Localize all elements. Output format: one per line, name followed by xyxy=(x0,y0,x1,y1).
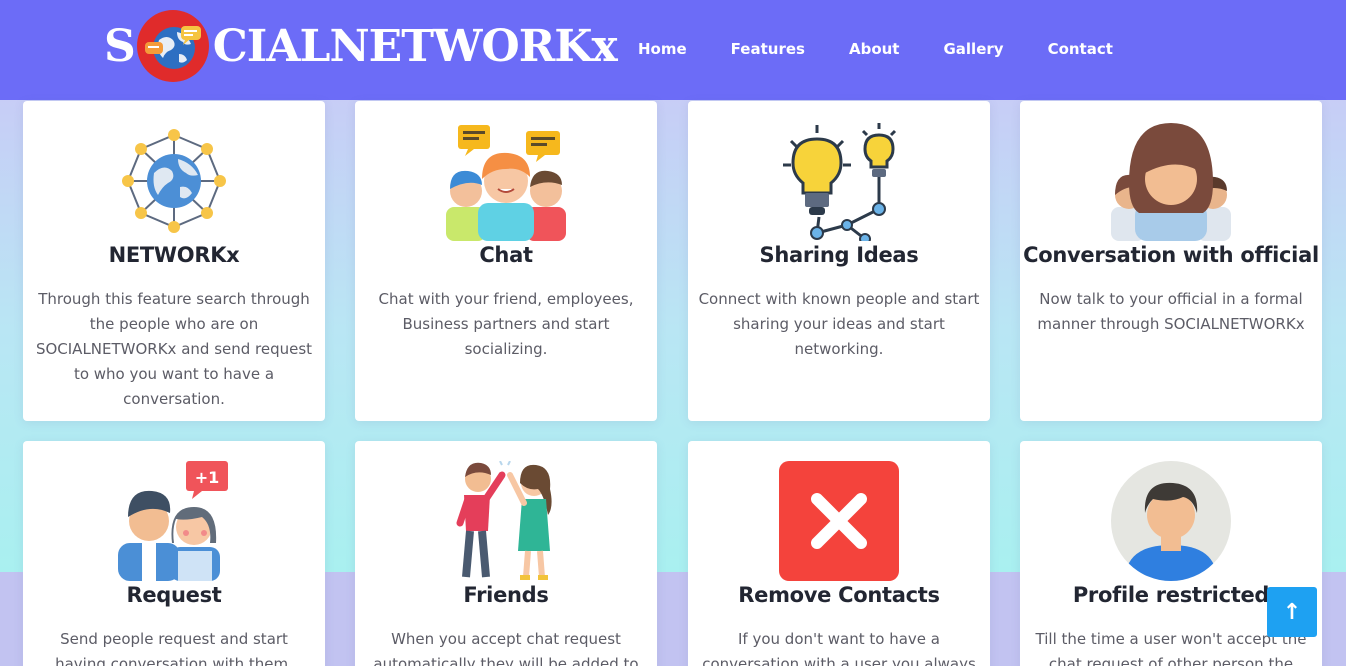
feature-text: When you accept chat request automatical… xyxy=(373,630,639,666)
lightbulb-idea-icon xyxy=(783,123,897,241)
feature-title: Remove Contacts xyxy=(738,583,940,607)
feature-text: Send people request and start having con… xyxy=(55,630,293,666)
feature-card-request: +1 Request Send people request and start… xyxy=(23,441,325,666)
friend-request-icon: +1 xyxy=(118,461,228,581)
scroll-to-top-button[interactable]: ↑ xyxy=(1267,587,1317,637)
feature-text: If you don't want to have a conversation… xyxy=(702,630,976,666)
feature-text: Through this feature search through the … xyxy=(35,290,313,408)
feature-title: Friends xyxy=(463,583,549,607)
feature-text: Connect with known people and start shar… xyxy=(698,290,980,358)
feature-card-friends: Friends When you accept chat request aut… xyxy=(355,441,657,666)
nav-contact[interactable]: Contact xyxy=(1026,36,1135,62)
svg-text:+1: +1 xyxy=(195,468,220,487)
feature-text: Now talk to your official in a formal ma… xyxy=(1037,290,1305,333)
officials-icon xyxy=(1111,123,1231,241)
feature-title: Sharing Ideas xyxy=(759,243,919,267)
globe-chat-icon xyxy=(136,10,209,82)
nav-home[interactable]: Home xyxy=(616,36,709,62)
high-five-friends-icon xyxy=(456,461,552,580)
feature-card-chat: Chat Chat with your friend, employees, B… xyxy=(355,101,657,421)
navbar: S CIALNETWORKx Home Features About Galle… xyxy=(0,0,1346,100)
nav-features[interactable]: Features xyxy=(709,36,827,62)
brand-logo[interactable]: S CIALNETWORKx xyxy=(104,10,618,82)
feature-card-sharing-ideas: Sharing Ideas Connect with known people … xyxy=(688,101,990,421)
feature-card-conversation-official: Conversation with official Now talk to y… xyxy=(1020,101,1322,421)
remove-x-icon xyxy=(779,461,899,581)
arrow-up-icon: ↑ xyxy=(1282,599,1302,625)
feature-card-networkx: NETWORKx Through this feature search thr… xyxy=(23,101,325,421)
feature-title: NETWORKx xyxy=(108,243,240,267)
feature-title: Conversation with official xyxy=(1023,243,1319,267)
feature-text: Chat with your friend, employees, Busine… xyxy=(378,290,634,358)
nav-about[interactable]: About xyxy=(827,36,922,62)
feature-card-remove-contacts: Remove Contacts If you don't want to hav… xyxy=(688,441,990,666)
feature-title: Chat xyxy=(479,243,533,267)
main-nav: Home Features About Gallery Contact xyxy=(616,36,1135,62)
group-chat-icon xyxy=(446,125,566,241)
nav-gallery[interactable]: Gallery xyxy=(921,36,1025,62)
network-globe-icon xyxy=(122,129,226,233)
profile-avatar-icon xyxy=(1111,461,1231,581)
logo-text-prefix: S xyxy=(104,20,136,72)
logo-text-suffix: CIALNETWORKx xyxy=(212,20,618,72)
feature-title: Request xyxy=(126,583,222,607)
